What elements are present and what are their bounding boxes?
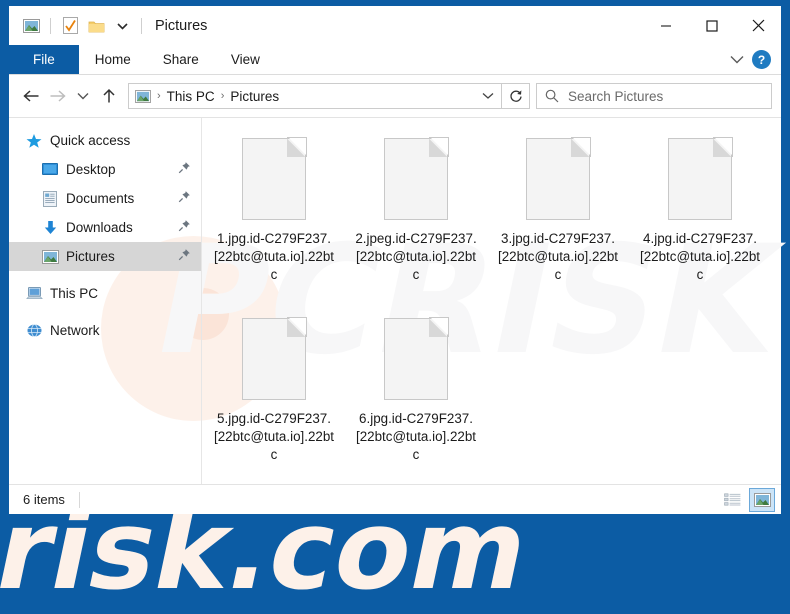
- this-pc-icon: [23, 283, 45, 305]
- pin-icon[interactable]: [178, 161, 191, 179]
- sidebar-label: Desktop: [66, 162, 116, 177]
- large-icons-view-button[interactable]: [749, 487, 775, 512]
- breadcrumb-pictures[interactable]: Pictures: [227, 89, 282, 104]
- pin-icon[interactable]: [178, 190, 191, 208]
- sidebar-gap-1: [9, 271, 201, 279]
- address-dropdown-chevron-icon[interactable]: [477, 92, 499, 100]
- file-name: 6.jpg.id-C279F237.[22btc@tuta.io].22btc: [355, 411, 477, 462]
- status-separator: [78, 491, 80, 508]
- documents-icon: [39, 188, 61, 210]
- new-folder-icon[interactable]: [84, 14, 108, 38]
- up-button[interactable]: [96, 81, 122, 111]
- sidebar-item-quick-access[interactable]: Quick access: [9, 126, 201, 155]
- navigation-pane: Quick access Desktop Documents Downloads…: [9, 118, 201, 484]
- file-name: 4.jpg.id-C279F237.[22btc@tuta.io].22btc: [639, 231, 761, 282]
- network-icon: [23, 320, 45, 342]
- file-name: 3.jpg.id-C279F237.[22btc@tuta.io].22btc: [497, 231, 619, 282]
- file-name: 5.jpg.id-C279F237.[22btc@tuta.io].22btc: [213, 411, 335, 462]
- file-item[interactable]: 2.jpeg.id-C279F237.[22btc@tuta.io].22btc: [346, 132, 486, 312]
- search-icon: [545, 89, 559, 103]
- pictures-icon: [39, 246, 61, 268]
- breadcrumb-this-pc[interactable]: This PC: [164, 89, 218, 104]
- ribbon-tab-bar: File Home Share View ?: [9, 45, 781, 75]
- properties-icon[interactable]: [58, 14, 82, 38]
- ribbon-right-controls: ?: [730, 45, 781, 74]
- generic-file-icon: [242, 137, 307, 220]
- forward-button[interactable]: [44, 81, 70, 111]
- sidebar-item-pictures[interactable]: Pictures: [9, 242, 201, 271]
- maximize-button[interactable]: [689, 6, 735, 45]
- pin-icon[interactable]: [178, 219, 191, 237]
- customize-chevron-icon[interactable]: [110, 14, 134, 38]
- generic-file-icon: [668, 137, 733, 220]
- navigation-bar: › This PC › Pictures Search Pictures: [9, 75, 781, 117]
- desktop-icon: [39, 159, 61, 181]
- address-bar[interactable]: › This PC › Pictures: [128, 83, 502, 109]
- file-item[interactable]: 6.jpg.id-C279F237.[22btc@tuta.io].22btc: [346, 312, 486, 484]
- chevron-down-icon[interactable]: [730, 51, 744, 69]
- generic-file-icon: [242, 317, 307, 400]
- sidebar-label: This PC: [50, 286, 99, 301]
- sidebar-label: Downloads: [66, 220, 133, 235]
- crumb-separator-2[interactable]: ›: [218, 90, 228, 102]
- tab-home[interactable]: Home: [79, 45, 147, 74]
- file-item[interactable]: 1.jpg.id-C279F237.[22btc@tuta.io].22btc: [204, 132, 344, 312]
- generic-file-icon: [384, 317, 449, 400]
- generic-file-icon: [526, 137, 591, 220]
- sidebar-item-downloads[interactable]: Downloads: [9, 213, 201, 242]
- sidebar-label: Network: [50, 323, 100, 338]
- quick-access-toolbar: [9, 14, 147, 38]
- help-button[interactable]: ?: [752, 50, 771, 69]
- pin-icon[interactable]: [178, 248, 191, 266]
- status-bar: 6 items: [9, 484, 781, 514]
- sidebar-label: Documents: [66, 191, 135, 206]
- window-controls: [643, 6, 781, 45]
- file-list-view[interactable]: 1.jpg.id-C279F237.[22btc@tuta.io].22btc …: [201, 118, 781, 484]
- window-title: Pictures: [155, 17, 208, 34]
- sidebar-item-this-pc[interactable]: This PC: [9, 279, 201, 308]
- star-icon: [23, 130, 45, 152]
- qat-separator-1: [50, 17, 51, 34]
- sidebar-label: Pictures: [66, 249, 115, 264]
- pictures-library-icon[interactable]: [19, 14, 43, 38]
- file-item[interactable]: 4.jpg.id-C279F237.[22btc@tuta.io].22btc: [630, 132, 770, 312]
- generic-file-icon: [384, 137, 449, 220]
- minimize-button[interactable]: [643, 6, 689, 45]
- file-item[interactable]: 5.jpg.id-C279F237.[22btc@tuta.io].22btc: [204, 312, 344, 484]
- crumb-separator-1[interactable]: ›: [154, 90, 164, 102]
- tab-file[interactable]: File: [9, 45, 79, 74]
- file-name: 1.jpg.id-C279F237.[22btc@tuta.io].22btc: [213, 231, 335, 282]
- refresh-button[interactable]: [502, 83, 530, 109]
- recent-locations-chevron-icon[interactable]: [70, 81, 96, 111]
- close-button[interactable]: [735, 6, 781, 45]
- search-placeholder: Search Pictures: [568, 88, 664, 104]
- tab-view[interactable]: View: [215, 45, 276, 74]
- details-view-button[interactable]: [719, 488, 745, 512]
- qat-separator-2: [141, 17, 142, 34]
- sidebar-item-documents[interactable]: Documents: [9, 184, 201, 213]
- sidebar-label: Quick access: [50, 133, 131, 148]
- file-item[interactable]: 3.jpg.id-C279F237.[22btc@tuta.io].22btc: [488, 132, 628, 312]
- back-button[interactable]: [18, 81, 44, 111]
- sidebar-item-desktop[interactable]: Desktop: [9, 155, 201, 184]
- item-count-label: 6 items: [23, 492, 65, 507]
- file-explorer-window: Pictures File Home Share View ? › This P…: [0, 6, 790, 614]
- title-bar: Pictures: [9, 6, 781, 45]
- sidebar-item-network[interactable]: Network: [9, 316, 201, 345]
- sidebar-gap-2: [9, 308, 201, 316]
- tab-share[interactable]: Share: [147, 45, 215, 74]
- view-mode-buttons: [719, 487, 775, 512]
- explorer-body: PCRISK risk.com Quick access Desktop Doc…: [0, 117, 790, 614]
- file-name: 2.jpeg.id-C279F237.[22btc@tuta.io].22btc: [355, 231, 477, 282]
- search-input[interactable]: Search Pictures: [536, 83, 772, 109]
- downloads-icon: [39, 217, 61, 239]
- pictures-folder-icon: [135, 89, 151, 103]
